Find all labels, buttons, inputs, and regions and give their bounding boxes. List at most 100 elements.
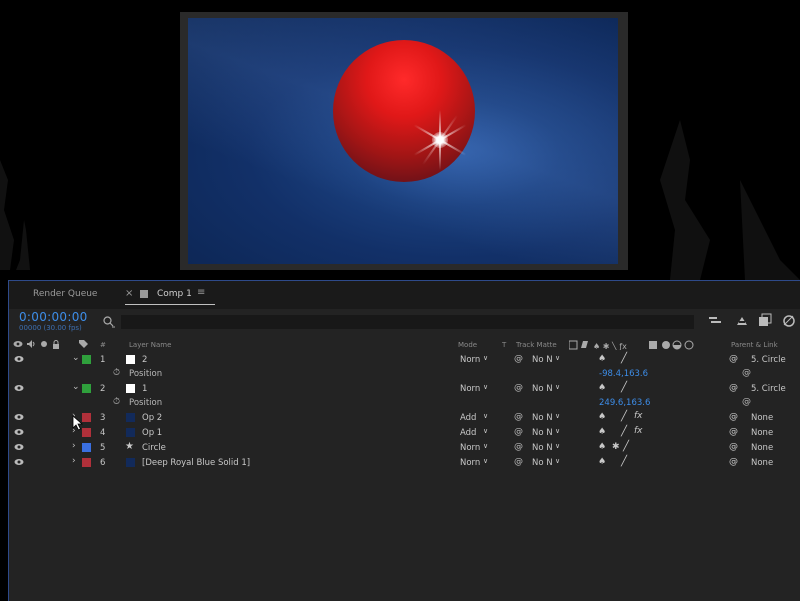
layer-row[interactable]: › 3 Op 2 Add ∨ @ No N ∨ ♠ ╱ fx @ None (9, 411, 800, 425)
preserve-transparency-icon[interactable]: @ (514, 457, 523, 467)
solo-icon[interactable] (40, 340, 48, 348)
label-tag-icon[interactable] (79, 340, 88, 349)
track-matte-select[interactable]: No N (532, 355, 553, 365)
quality-icon[interactable]: ╱ (621, 426, 627, 437)
track-matte-select[interactable]: No N (532, 443, 553, 453)
preserve-transparency-icon[interactable]: @ (514, 427, 523, 437)
layer-row[interactable]: › 5 ★ Circle Norn ∨ @ No N ∨ ♠ ✱ ╱ @ Non… (9, 441, 800, 455)
panel-menu-icon[interactable]: ≡ (197, 287, 205, 298)
audio-icon[interactable] (26, 340, 36, 348)
pick-whip-icon[interactable]: @ (729, 354, 738, 364)
draft-3d-icon[interactable] (737, 317, 747, 325)
layer-row[interactable]: › 6 [Deep Royal Blue Solid 1] Norn ∨ @ N… (9, 456, 800, 470)
blend-mode-select[interactable]: Add (460, 413, 476, 423)
stopwatch-icon[interactable]: ⏱ (113, 397, 120, 407)
tab-render-queue[interactable]: Render Queue (33, 289, 97, 299)
chevron-down-icon[interactable]: ⌄ (72, 353, 80, 363)
layer-name[interactable]: Op 1 (142, 428, 162, 438)
quality-icon[interactable]: ╱ (621, 353, 627, 364)
eye-icon[interactable] (14, 442, 24, 452)
blend-mode-select[interactable]: Norn (460, 384, 480, 394)
property-row[interactable]: ⏱ Position 249.6,163.6 @ (9, 396, 800, 410)
eye-icon[interactable] (14, 383, 24, 393)
blend-mode-select[interactable]: Add (460, 428, 476, 438)
quality-icon[interactable]: ╱ (621, 382, 627, 393)
search-icon[interactable] (102, 315, 116, 329)
chevron-down-icon[interactable]: ∨ (483, 354, 488, 362)
track-matte-select[interactable]: No N (532, 384, 553, 394)
stopwatch-icon[interactable]: ⏱ (113, 368, 120, 378)
chevron-down-icon[interactable]: ∨ (483, 383, 488, 391)
expression-pick-whip-icon[interactable]: @ (742, 368, 751, 378)
label-color-swatch[interactable] (82, 443, 91, 452)
collapse-transformations-icon[interactable]: ✱ (612, 442, 620, 452)
parent-select[interactable]: None (751, 413, 773, 423)
blend-mode-select[interactable]: Norn (460, 443, 480, 453)
eye-icon[interactable] (14, 354, 24, 364)
layer-name[interactable]: 1 (142, 384, 147, 394)
layer-name[interactable]: Circle (142, 443, 166, 453)
preserve-transparency-icon[interactable]: @ (514, 354, 523, 364)
parent-select[interactable]: None (751, 443, 773, 453)
track-matte-select[interactable]: No N (532, 458, 553, 468)
track-matte-select[interactable]: No N (532, 428, 553, 438)
chevron-down-icon[interactable]: ∨ (483, 427, 488, 435)
chevron-down-icon[interactable]: ⌄ (72, 382, 80, 392)
eye-icon[interactable] (14, 457, 24, 467)
chevron-right-icon[interactable]: › (72, 441, 76, 451)
blend-mode-select[interactable]: Norn (460, 355, 480, 365)
chevron-down-icon[interactable]: ∨ (555, 457, 560, 465)
shy-icon[interactable]: ♠ (598, 442, 606, 452)
frame-blending-icon[interactable] (759, 313, 772, 326)
layer-name-header[interactable]: Layer Name (129, 341, 171, 349)
chevron-down-icon[interactable]: ∨ (555, 427, 560, 435)
composition-preview[interactable] (188, 18, 618, 264)
pick-whip-icon[interactable]: @ (729, 427, 738, 437)
composition-viewer[interactable] (180, 12, 628, 270)
label-color-swatch[interactable] (82, 384, 91, 393)
blend-mode-select[interactable]: Norn (460, 458, 480, 468)
layer-name[interactable]: 2 (142, 355, 147, 365)
chevron-down-icon[interactable]: ∨ (555, 354, 560, 362)
lock-icon[interactable] (52, 340, 60, 349)
quality-icon[interactable]: ╱ (623, 441, 629, 452)
current-time-display[interactable]: 0:00:00:00 (19, 310, 88, 324)
eye-icon[interactable] (14, 427, 24, 437)
motion-blur-icon[interactable] (783, 315, 795, 327)
parent-select[interactable]: None (751, 428, 773, 438)
layer-name[interactable]: Op 2 (142, 413, 162, 423)
quality-icon[interactable]: ╱ (621, 411, 627, 422)
parent-select[interactable]: 5. Circle (751, 384, 786, 394)
layer-row[interactable]: ⌄ 2 1 Norn ∨ @ No N ∨ ♠ ╱ @ 5. Circle (9, 382, 800, 396)
preserve-transparency-icon[interactable]: @ (514, 383, 523, 393)
pick-whip-icon[interactable]: @ (729, 412, 738, 422)
video-visibility-icon[interactable] (13, 340, 23, 348)
position-value[interactable]: 249.6,163.6 (599, 398, 650, 408)
preserve-transparency-icon[interactable]: @ (514, 442, 523, 452)
expression-pick-whip-icon[interactable]: @ (742, 397, 751, 407)
effects-fx-icon[interactable]: fx (634, 426, 643, 436)
preserve-transparency-icon[interactable]: @ (514, 412, 523, 422)
layer-row[interactable]: › 4 Op 1 Add ∨ @ No N ∨ ♠ ╱ fx @ None (9, 426, 800, 440)
shy-icon[interactable]: ♠ (598, 427, 606, 437)
layer-name[interactable]: [Deep Royal Blue Solid 1] (142, 458, 250, 468)
layer-search-input[interactable] (121, 315, 694, 329)
close-tab-icon[interactable]: × (125, 288, 133, 299)
chevron-down-icon[interactable]: ∨ (555, 412, 560, 420)
parent-select[interactable]: 5. Circle (751, 355, 786, 365)
position-value[interactable]: -98.4,163.6 (599, 369, 648, 379)
composition-flowchart-icon[interactable] (709, 317, 721, 323)
label-color-swatch[interactable] (82, 458, 91, 467)
tab-comp-1[interactable]: Comp 1 (157, 289, 192, 299)
property-row[interactable]: ⏱ Position -98.4,163.6 @ (9, 367, 800, 381)
quality-icon[interactable]: ╱ (621, 456, 627, 467)
label-color-swatch[interactable] (82, 355, 91, 364)
pick-whip-icon[interactable]: @ (729, 457, 738, 467)
shy-icon[interactable]: ♠ (598, 457, 606, 467)
shy-icon[interactable]: ♠ (598, 354, 606, 364)
chevron-down-icon[interactable]: ∨ (483, 412, 488, 420)
eye-icon[interactable] (14, 412, 24, 422)
chevron-down-icon[interactable]: ∨ (555, 442, 560, 450)
chevron-right-icon[interactable]: › (72, 456, 76, 466)
track-matte-select[interactable]: No N (532, 413, 553, 423)
